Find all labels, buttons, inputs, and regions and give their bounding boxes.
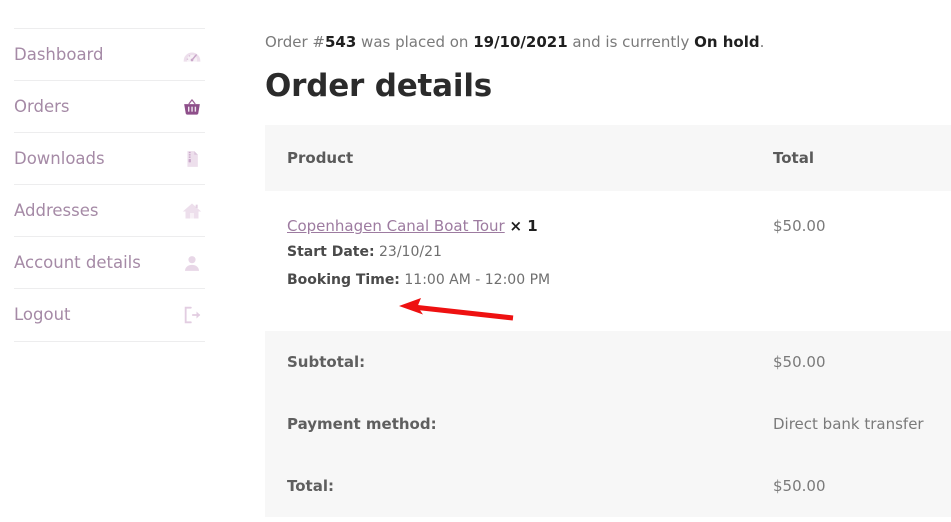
subtotal-row: Subtotal: $50.00 [265, 331, 951, 394]
sidebar-item-account-details[interactable]: Account details [14, 236, 205, 288]
total-value-cell: $50.00 [751, 455, 951, 518]
sidebar-link-dashboard[interactable]: Dashboard [14, 29, 205, 80]
account-sidebar-navigation: Dashboard Orders Downloads Addresses Acc… [0, 0, 219, 342]
column-header-product: Product [265, 125, 751, 192]
payment-method-value-cell: Direct bank transfer [751, 393, 951, 456]
file-zip-icon [181, 148, 203, 170]
booking-time-label: Booking Time: [287, 272, 400, 289]
product-quantity: × 1 [509, 217, 538, 236]
booking-time-value: 11:00 AM - 12:00 PM [404, 272, 551, 289]
basket-icon [181, 96, 203, 118]
sidebar-item-addresses[interactable]: Addresses [14, 184, 205, 236]
sidebar-item-downloads[interactable]: Downloads [14, 132, 205, 184]
sidebar-link-downloads[interactable]: Downloads [14, 133, 205, 184]
page-title: Order details [265, 68, 492, 104]
booking-start-date: Start Date: 23/10/21 [287, 242, 751, 263]
order-status-middle-2: and is currently [567, 33, 695, 51]
total-row: Total: $50.00 [265, 455, 951, 518]
total-label: Total: [265, 455, 751, 518]
sidebar-link-logout[interactable]: Logout [14, 289, 205, 340]
start-date-value: 23/10/21 [379, 244, 442, 261]
sidebar-item-label: Orders [14, 97, 70, 117]
sidebar-item-label: Account details [14, 253, 141, 273]
item-total-amount: $50.00 [773, 217, 826, 236]
order-status-message: Order #543 was placed on 19/10/2021 and … [265, 30, 951, 54]
order-table-body: Copenhagen Canal Boat Tour × 1 Start Dat… [265, 191, 951, 332]
order-date: 19/10/2021 [473, 33, 568, 51]
sidebar-item-orders[interactable]: Orders [14, 80, 205, 132]
order-details-table: Product Total Copenhagen Canal Boat Tour… [265, 125, 951, 518]
sidebar-item-dashboard[interactable]: Dashboard [14, 28, 205, 80]
status-badge: On hold [694, 33, 760, 51]
order-table-foot: Subtotal: $50.00 Payment method: Direct … [265, 331, 951, 518]
sign-out-icon [181, 304, 203, 326]
user-icon [181, 252, 203, 274]
payment-method-row: Payment method: Direct bank transfer [265, 393, 951, 456]
column-header-total: Total [751, 125, 951, 192]
order-status-middle: was placed on [356, 33, 474, 51]
order-item-cell: Copenhagen Canal Boat Tour × 1 Start Dat… [265, 191, 751, 332]
order-status-prefix: Order # [265, 33, 325, 51]
subtotal-value-cell: $50.00 [751, 331, 951, 394]
sidebar-item-label: Dashboard [14, 45, 104, 64]
home-icon [181, 200, 203, 222]
booking-time: Booking Time: 11:00 AM - 12:00 PM [287, 270, 751, 291]
sidebar-item-logout[interactable]: Logout [14, 288, 205, 342]
subtotal-amount: $50.00 [773, 353, 826, 372]
subtotal-label: Subtotal: [265, 331, 751, 394]
order-item-total: $50.00 [751, 191, 951, 332]
sidebar-item-label: Downloads [14, 149, 105, 169]
table-row: Copenhagen Canal Boat Tour × 1 Start Dat… [265, 191, 951, 332]
total-amount: $50.00 [773, 477, 826, 496]
sidebar-nav-list: Dashboard Orders Downloads Addresses Acc… [0, 28, 219, 342]
order-number: 543 [324, 33, 357, 51]
payment-method-label: Payment method: [265, 393, 751, 456]
table-header-row: Product Total [265, 125, 951, 192]
order-details-content: Order #543 was placed on 19/10/2021 and … [219, 0, 951, 518]
payment-method-value: Direct bank transfer [773, 415, 924, 434]
sidebar-link-orders[interactable]: Orders [14, 81, 205, 132]
order-status-suffix: . [759, 33, 765, 51]
start-date-label: Start Date: [287, 244, 375, 261]
product-link[interactable]: Copenhagen Canal Boat Tour [287, 217, 505, 235]
sidebar-item-label: Logout [14, 305, 71, 325]
sidebar-item-label: Addresses [14, 201, 99, 221]
sidebar-link-addresses[interactable]: Addresses [14, 185, 205, 236]
dashboard-gauge-icon [181, 44, 203, 66]
account-page: Dashboard Orders Downloads Addresses Acc… [0, 0, 951, 522]
order-table-head: Product Total [265, 125, 951, 192]
sidebar-link-account-details[interactable]: Account details [14, 237, 205, 288]
